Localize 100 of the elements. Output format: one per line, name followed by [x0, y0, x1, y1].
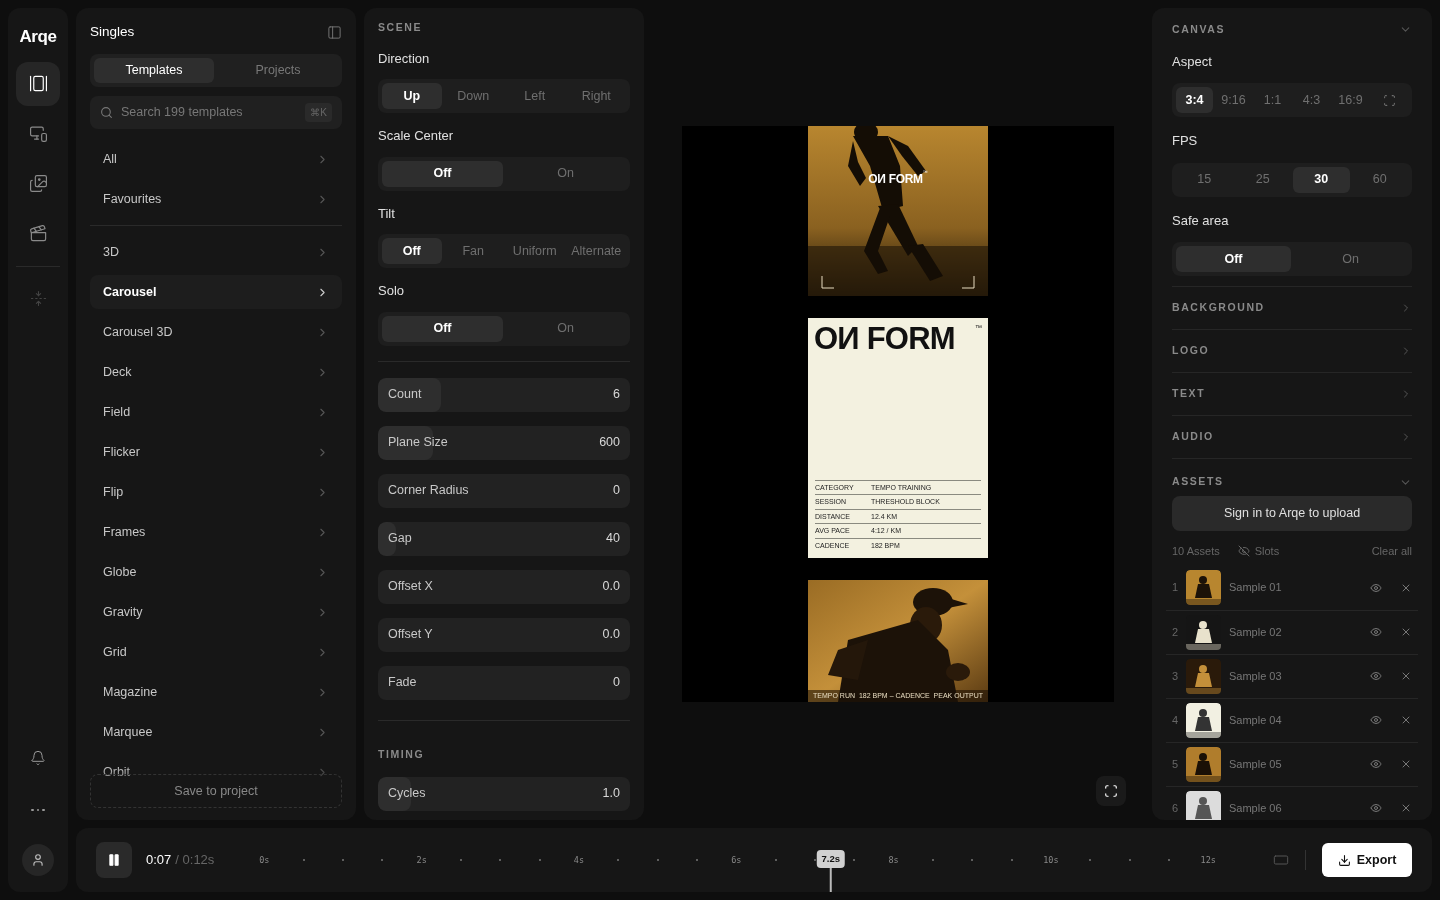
eye-icon[interactable]	[1370, 714, 1382, 726]
download-icon	[1337, 853, 1351, 867]
slider-track[interactable]: Corner Radius 0	[378, 473, 630, 508]
template-list-item[interactable]: Globe	[90, 555, 342, 589]
playhead[interactable]	[829, 868, 832, 892]
sign-in-upload-button[interactable]: Sign in to Arqe to upload	[1172, 496, 1412, 531]
tab[interactable]: Templates	[94, 58, 214, 83]
nav-button[interactable]	[16, 61, 60, 106]
asset-count: 10 Assets	[1172, 544, 1220, 559]
asset-name: Sample 06	[1229, 800, 1283, 816]
section-heading: SCENE	[378, 20, 424, 35]
bell-icon	[30, 750, 46, 766]
template-list-item[interactable]: Gravity	[90, 595, 342, 629]
segment-option[interactable]: Up	[382, 83, 442, 110]
slider-label: Gap	[388, 530, 412, 548]
asset-row[interactable]: 5 Sample 05	[1166, 741, 1418, 786]
asset-index: 3	[1172, 668, 1178, 684]
eye-icon[interactable]	[1370, 581, 1382, 594]
time-tick-label: 12s	[1199, 853, 1217, 867]
tab[interactable]: Projects	[218, 58, 338, 83]
gallery-icon	[28, 74, 48, 93]
sidebar-toggle-icon[interactable]	[327, 24, 342, 40]
template-list-item[interactable]: Field	[90, 395, 342, 429]
close-icon[interactable]	[1400, 714, 1412, 726]
slider-track[interactable]: Cycles 1.0	[378, 776, 630, 811]
more-icon	[31, 808, 45, 812]
slider-value: 1.0	[602, 785, 620, 803]
close-icon[interactable]	[1400, 758, 1412, 770]
eye-icon[interactable]	[1370, 758, 1382, 770]
template-list-item[interactable]: 3D	[90, 235, 342, 269]
fullscreen-button[interactable]	[1096, 776, 1126, 806]
export-button[interactable]: Export	[1322, 843, 1412, 877]
playhead-time: 7.2s	[816, 850, 845, 869]
poster-title: OИ FORM	[814, 324, 955, 354]
template-list-item[interactable]: Carousel	[90, 275, 342, 309]
template-list-item[interactable]: Flicker	[90, 435, 342, 469]
close-icon[interactable]	[1400, 670, 1412, 682]
collapsible-section-header[interactable]: TEXT	[1172, 372, 1412, 416]
collapsible-section-header[interactable]: BACKGROUND	[1172, 286, 1412, 330]
slider-label: Offset X	[388, 578, 433, 596]
template-list-item[interactable]: Favourites	[90, 182, 342, 216]
template-list-item[interactable]: Flip	[90, 475, 342, 509]
time-tick-label: 2s	[415, 853, 428, 867]
asset-index: 4	[1172, 712, 1178, 728]
segment-option[interactable]: 30	[1293, 166, 1350, 193]
segment-option[interactable]: Off	[382, 160, 503, 187]
template-list-item[interactable]: Frames	[90, 515, 342, 549]
template-list-item[interactable]: Grid	[90, 635, 342, 669]
slider-label: Count	[388, 386, 422, 404]
close-icon[interactable]	[1400, 802, 1412, 814]
asset-row[interactable]: 1 Sample 01	[1166, 565, 1418, 610]
option-label: FPS	[1172, 132, 1199, 151]
option-label: Solo	[378, 282, 406, 301]
asset-row[interactable]: 3 Sample 03	[1166, 653, 1418, 698]
template-list-item[interactable]: Deck	[90, 355, 342, 389]
collapsible-section-header[interactable]: LOGO	[1172, 329, 1412, 373]
monitor-icon[interactable]	[1273, 852, 1289, 868]
slider-track[interactable]: Offset Y 0.0	[378, 617, 630, 652]
play-pause-button[interactable]	[96, 842, 132, 878]
search-input[interactable]: Search 199 templates	[121, 103, 298, 122]
eye-icon[interactable]	[1370, 626, 1382, 638]
dashed-frame-icon	[1383, 93, 1396, 107]
segment-option[interactable]: Off	[382, 238, 442, 265]
section-heading: ASSETS	[1172, 474, 1224, 490]
template-list-item[interactable]: All	[90, 142, 342, 176]
slider-value: 6	[613, 386, 620, 404]
asset-name: Sample 02	[1229, 624, 1283, 640]
segment-option[interactable]: 3:4	[1176, 87, 1213, 114]
slider-track[interactable]: Plane Size 600	[378, 425, 630, 460]
slider-label: Fade	[388, 674, 417, 692]
template-list-item[interactable]: Magazine	[90, 675, 342, 709]
option-label: Scale Center	[378, 127, 455, 146]
asset-row[interactable]: 4 Sample 04	[1166, 697, 1418, 742]
devices-icon	[28, 124, 48, 143]
search-icon	[100, 106, 113, 119]
segment-option[interactable]: Off	[1176, 246, 1291, 273]
slider-label: Cycles	[388, 785, 426, 803]
section-heading: TIMING	[378, 746, 426, 762]
slider-track[interactable]: Count 6	[378, 377, 630, 412]
template-list-item[interactable]: Carousel 3D	[90, 315, 342, 349]
template-list-item[interactable]: Marquee	[90, 715, 342, 749]
slider-value: 0.0	[602, 626, 620, 644]
slider-track[interactable]: Fade 0	[378, 665, 630, 700]
slider-track[interactable]: Offset X 0.0	[378, 569, 630, 604]
close-icon[interactable]	[1400, 626, 1412, 638]
slider-label: Plane Size	[388, 434, 448, 452]
slider-value: 0.0	[602, 578, 620, 596]
app-logo: Arqe	[19, 26, 57, 48]
eye-icon[interactable]	[1370, 670, 1382, 682]
asset-index: 5	[1172, 756, 1178, 772]
slider-value: 600	[599, 434, 620, 452]
eye-icon[interactable]	[1370, 802, 1382, 814]
account-button[interactable]	[22, 844, 54, 876]
pause-icon	[107, 853, 121, 867]
segment-option[interactable]: Off	[382, 315, 503, 342]
panel-title: Singles	[90, 22, 135, 41]
asset-row[interactable]: 2 Sample 02	[1166, 609, 1418, 654]
collapsible-section-header[interactable]: AUDIO	[1172, 415, 1412, 459]
slider-track[interactable]: Gap 40	[378, 521, 630, 556]
time-tick-label: 8s	[887, 853, 900, 867]
